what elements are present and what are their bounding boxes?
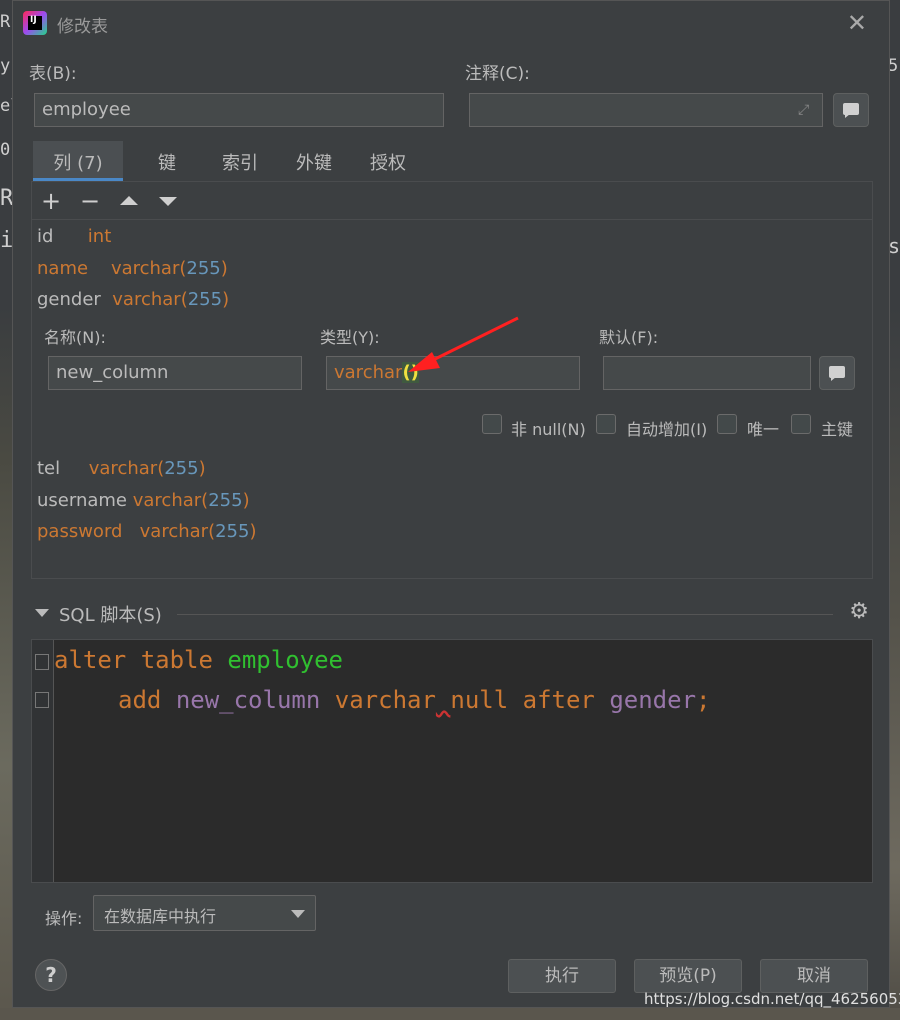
tab-columns[interactable]: 列 (7)	[33, 141, 123, 181]
column-row[interactable]: password varchar(255)	[37, 521, 257, 542]
sql-line-1: alter table employee	[54, 646, 343, 674]
tab-keys[interactable]: 键	[145, 141, 189, 181]
add-column-icon[interactable]: +	[36, 186, 66, 216]
expand-icon[interactable]: ⤢	[798, 102, 814, 118]
columns-panel: + − id int name varchar(255) gender varc…	[31, 181, 873, 579]
comment-button[interactable]	[833, 93, 869, 127]
type-label: 类型(Y):	[320, 328, 380, 347]
fold-marker-icon[interactable]	[35, 654, 49, 670]
column-row[interactable]: name varchar(255)	[37, 258, 228, 279]
operation-select[interactable]: 在数据库中执行	[93, 895, 316, 931]
close-icon[interactable]: ✕	[847, 9, 867, 37]
default-value-input[interactable]	[603, 356, 811, 390]
preview-button[interactable]: 预览(P)	[634, 959, 742, 993]
operation-label: 操作:	[45, 909, 83, 928]
modify-table-dialog: IJ 修改表 ✕ 表(B): 注释(C): employee ⤢ 列 (7) 键…	[12, 0, 890, 1008]
dialog-title: 修改表	[57, 17, 108, 37]
bg-fragment: 0	[0, 140, 11, 160]
unique-label: 唯一	[747, 420, 780, 439]
sql-line-2: add new_column varchar null after gender…	[118, 686, 711, 714]
tab-foreign-keys[interactable]: 外键	[289, 141, 339, 181]
bg-fragment: y	[0, 56, 11, 76]
sql-title: SQL 脚本(S)	[59, 605, 162, 626]
not-null-label: 非 null(N)	[511, 420, 586, 439]
remove-column-icon[interactable]: −	[75, 186, 105, 216]
chevron-down-icon	[291, 910, 305, 918]
gear-icon[interactable]: ⚙	[849, 599, 869, 624]
cancel-button[interactable]: 取消	[760, 959, 868, 993]
move-down-icon[interactable]	[159, 197, 177, 206]
column-row[interactable]: username varchar(255)	[37, 490, 250, 511]
column-row[interactable]: tel varchar(255)	[37, 458, 206, 479]
not-null-checkbox[interactable]	[482, 414, 502, 434]
background-bottom	[0, 1008, 900, 1020]
comment-input[interactable]: ⤢	[469, 93, 823, 127]
collapse-icon[interactable]	[35, 609, 49, 617]
intellij-logo-icon: IJ	[23, 11, 47, 35]
default-label: 默认(F):	[599, 328, 659, 347]
table-name-input[interactable]: employee	[34, 93, 444, 127]
column-row[interactable]: id int	[37, 226, 111, 247]
columns-toolbar: + −	[32, 182, 872, 220]
primary-key-checkbox[interactable]	[791, 414, 811, 434]
execute-button[interactable]: 执行	[508, 959, 616, 993]
tab-grants[interactable]: 授权	[363, 141, 413, 181]
comment-label: 注释(C):	[465, 64, 530, 84]
sql-section-header[interactable]: SQL 脚本(S) ⚙	[31, 599, 873, 629]
name-label: 名称(N):	[44, 328, 106, 347]
title-bar[interactable]: IJ 修改表 ✕	[13, 1, 891, 45]
column-name-input[interactable]: new_column	[48, 356, 302, 390]
column-editor: 名称(N): 类型(Y): 默认(F): new_column varchar(…	[32, 318, 872, 458]
auto-increment-checkbox[interactable]	[596, 414, 616, 434]
table-label: 表(B):	[29, 64, 77, 84]
column-comment-button[interactable]	[819, 356, 855, 390]
watermark: https://blog.csdn.net/qq_46256053	[644, 990, 900, 1008]
sql-editor[interactable]: alter table employee add new_column varc…	[31, 639, 873, 883]
column-type-input[interactable]: varchar()	[326, 356, 580, 390]
column-row[interactable]: gender varchar(255)	[37, 289, 229, 310]
primary-key-label: 主键	[821, 420, 854, 439]
fold-marker-icon[interactable]	[35, 692, 49, 708]
unique-checkbox[interactable]	[717, 414, 737, 434]
editor-gutter	[32, 640, 54, 882]
help-button[interactable]: ?	[35, 959, 67, 991]
divider	[177, 614, 833, 615]
move-up-icon[interactable]	[120, 196, 138, 205]
tab-indexes[interactable]: 索引	[215, 141, 265, 181]
auto-increment-label: 自动增加(I)	[626, 420, 708, 439]
